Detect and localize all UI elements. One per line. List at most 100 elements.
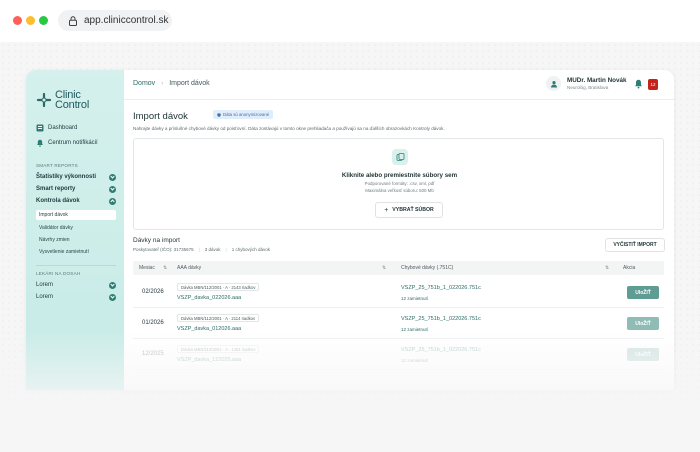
window-close-dot[interactable] (13, 16, 22, 25)
page-description: Nahrajte dávky a príslušné chybové dávky… (133, 126, 445, 131)
row-aaa-file[interactable]: VSZP_davka_122025.aaa (177, 357, 241, 363)
sidebar-group-label: Kontrola dávok (36, 198, 80, 204)
sidebar-group-statistiky[interactable]: Štatistiky výkonnosti (36, 172, 116, 182)
notification-bell-icon[interactable] (634, 79, 643, 89)
sidebar-item-dashboard[interactable]: Dashboard (36, 124, 77, 132)
stat-provider: Poskytovateľ (IČO): 31735675 (133, 247, 194, 252)
sidebar-divider (36, 265, 116, 266)
column-errors[interactable]: Chybové dávky (.751C) (401, 265, 453, 271)
sidebar-item-vysvetlenie[interactable]: Vysvetlenie zamietnutí (36, 247, 116, 257)
logo-text: Clinic Control (55, 90, 90, 111)
row-error-count: 12 zamietnutí (401, 327, 429, 332)
breadcrumb: Domov › Import dávok (133, 80, 210, 87)
save-button[interactable]: UloŽIŤ (627, 317, 659, 330)
anonymized-badge: Dáta sú anonymizované (213, 110, 274, 119)
sidebar-item-label: Centrum notifikácií (48, 140, 98, 146)
sidebar-group-lorem-1[interactable]: Lorem (36, 280, 116, 290)
sort-icon[interactable]: ⇅ (382, 265, 386, 271)
upload-file-icon (392, 149, 408, 165)
column-action: Akcia (623, 265, 636, 271)
row-batch-tag: Dávka MBN/112/2001 · A · 1461 riadkov (177, 345, 260, 353)
chevron-down-icon (109, 185, 116, 193)
window-minimize-dot[interactable] (26, 16, 35, 25)
page-title: Import dávok (133, 111, 188, 122)
row-error-file[interactable]: VSZP_25_751b_1_022026.751c (401, 316, 481, 322)
row-error-count: 12 zamietnutí (401, 296, 429, 301)
select-file-button[interactable]: + VYBRAŤ SÚBOR (375, 202, 443, 218)
dropzone-title: Kliknite alebo premiestnite súbory sem (341, 172, 458, 179)
sidebar-item-navrhy-zmien[interactable]: Návrhy zmien (36, 235, 116, 245)
sort-icon[interactable]: ⇅ (163, 265, 167, 271)
sidebar-item-notifications[interactable]: Centrum notifikácií (36, 139, 98, 147)
user-menu[interactable]: MUDr. Martin Novák Neurológ, Bratislava (546, 76, 626, 91)
sidebar: Clinic Control Dashboard Centrum notifik… (26, 70, 124, 390)
url-text: app.cliniccontrol.sk (84, 15, 169, 26)
save-button[interactable]: UloŽIŤ (627, 348, 659, 361)
batches-stats: Poskytovateľ (IČO): 31735675 | 3 dávok |… (133, 247, 270, 252)
dropzone-formats: Podporované formáty: .csv, xml, pdf (364, 181, 435, 186)
badge-label: Dáta sú anonymizované (223, 112, 270, 117)
logo[interactable]: Clinic Control (36, 90, 90, 111)
dropzone-max-size: Maximálna veľkosť súboru: 500 Mb (365, 188, 434, 193)
window-maximize-dot[interactable] (39, 16, 48, 25)
row-error-count: 12 zamietnutí (401, 358, 429, 363)
lock-icon (69, 15, 77, 26)
chevron-up-icon (109, 197, 116, 205)
row-month: 01/2026 (142, 320, 164, 326)
chevron-down-icon (109, 173, 116, 181)
sidebar-group-label: Lorem (36, 294, 54, 300)
sidebar-item-import-davok[interactable]: Import dávok (36, 210, 116, 220)
chevron-down-icon (109, 293, 116, 301)
row-month: 12/2025 (142, 351, 164, 357)
table-row: 12/2025 Dávka MBN/112/2001 · A · 1461 ri… (133, 340, 664, 370)
top-bar: Domov › Import dávok MUDr. Martin Novák … (124, 70, 674, 100)
sidebar-group-label: Smart reporty (36, 186, 76, 192)
batches-title: Dávky na import (133, 237, 180, 244)
chevron-down-icon (109, 281, 116, 289)
select-file-label: VYBRAŤ SÚBOR (392, 207, 434, 213)
sidebar-group-kontrola-davok[interactable]: Kontrola dávok (36, 196, 116, 206)
notification-count-badge[interactable]: 12 (648, 79, 658, 90)
section-label-lekari: LEKÁRI NA DOSAH (36, 271, 81, 276)
batches-table: Mesiac ⇅ AAA dávky ⇅ Chybové dávky (.751… (133, 261, 664, 390)
row-batch-tag: Dávka MBN/112/2001 · A · 2114 riadkov (177, 314, 260, 322)
stat-divider: | (198, 247, 200, 252)
save-button[interactable]: UloŽIŤ (627, 286, 659, 299)
sidebar-group-lorem-2[interactable]: Lorem (36, 292, 116, 302)
plus-icon: + (384, 206, 389, 214)
file-dropzone[interactable]: Kliknite alebo premiestnite súbory sem P… (133, 138, 664, 230)
row-aaa-file[interactable]: VSZP_davka_012026.aaa (177, 326, 241, 332)
sidebar-group-label: Lorem (36, 282, 54, 288)
user-icon (550, 80, 557, 87)
logo-mark-icon (36, 92, 52, 108)
clear-import-button[interactable]: VYČISTIŤ IMPORT (605, 238, 665, 252)
row-month: 02/2026 (142, 289, 164, 295)
table-row: 02/2026 Dávka MBN/112/2001 · A · 2143 ri… (133, 278, 664, 308)
shield-icon (217, 112, 221, 117)
row-aaa-file[interactable]: VSZP_davka_022026.aaa (177, 295, 241, 301)
sidebar-item-validator[interactable]: Validátor dávky (36, 223, 116, 233)
user-name: MUDr. Martin Novák (567, 77, 627, 84)
app-window: Clinic Control Dashboard Centrum notifik… (26, 70, 674, 390)
stat-errors: 1 chybových dávok (231, 247, 270, 252)
row-batch-tag: Dávka MBN/112/2001 · A · 2143 riadkov (177, 283, 260, 291)
table-header: Mesiac ⇅ AAA dávky ⇅ Chybové dávky (.751… (133, 261, 664, 275)
stat-divider: | (225, 247, 227, 252)
main-content: Import dávok Dáta sú anonymizované Nahra… (124, 100, 674, 390)
column-aaa[interactable]: AAA dávky (177, 265, 201, 271)
stat-batches: 3 dávok (204, 247, 221, 252)
section-label-smart-reports: SMART REPORTS (36, 163, 78, 168)
row-error-file[interactable]: VSZP_25_751b_1_022026.751c (401, 285, 481, 291)
address-bar[interactable]: app.cliniccontrol.sk (58, 10, 172, 31)
table-row: 01/2026 Dávka MBN/112/2001 · A · 2114 ri… (133, 309, 664, 339)
sidebar-group-label: Štatistiky výkonnosti (36, 174, 97, 180)
sidebar-group-smart-reporty[interactable]: Smart reporty (36, 184, 116, 194)
row-error-file[interactable]: VSZP_25_751b_1_022026.751c (401, 347, 481, 353)
column-month[interactable]: Mesiac (139, 265, 155, 271)
sort-icon[interactable]: ⇅ (605, 265, 609, 271)
user-role: Neurológ, Bratislava (567, 85, 609, 90)
breadcrumb-home[interactable]: Domov (133, 80, 155, 87)
sidebar-item-label: Dashboard (48, 125, 78, 131)
browser-chrome: app.cliniccontrol.sk (0, 0, 700, 42)
logo-line-2: Control (55, 99, 90, 111)
